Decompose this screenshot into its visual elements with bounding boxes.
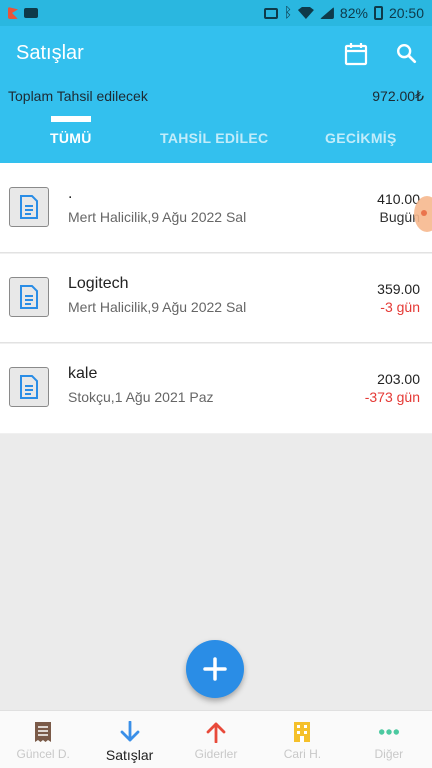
cast-icon — [263, 7, 278, 19]
signal-icon — [319, 7, 334, 19]
list-item[interactable]: kale Stokçu,1 Ağu 2021 Paz 203.00 -373 g… — [0, 343, 432, 433]
app-bar: Satışlar Toplam Tahsil edilecek 972.00₺ … — [0, 26, 432, 163]
nav-item-sales[interactable]: Satışlar — [86, 711, 172, 768]
arrow-down-icon — [120, 721, 140, 743]
battery-icon — [373, 6, 383, 20]
nav-label: Giderler — [194, 747, 238, 761]
item-amount: 410.00 — [377, 191, 420, 207]
total-label: Toplam Tahsil edilecek — [8, 88, 148, 104]
receipt-icon — [33, 721, 53, 743]
nav-label: Güncel D. — [16, 747, 70, 761]
more-dots-icon — [378, 721, 399, 743]
item-days: -373 gün — [364, 389, 420, 405]
search-icon[interactable] — [395, 42, 417, 64]
item-days: -3 gün — [380, 299, 420, 315]
item-subtitle: Mert Halicilik,9 Ağu 2022 Sal — [68, 299, 247, 315]
filter-tabs: TÜMÜ TAHSİL EDİLECE GECİKMİŞ — [0, 116, 432, 163]
list-item[interactable]: . Mert Halicilik,9 Ağu 2022 Sal 410.00 B… — [0, 163, 432, 253]
tab-all[interactable]: TÜMÜ — [50, 130, 92, 146]
item-subtitle: Mert Halicilik,9 Ağu 2022 Sal — [68, 209, 247, 225]
video-camera-icon — [24, 8, 38, 18]
status-bar: 82% 20:50 — [0, 0, 432, 26]
nav-label: Cari H. — [283, 747, 322, 761]
wifi-icon — [297, 7, 314, 19]
nav-item-accounts[interactable]: Cari H. — [259, 711, 345, 768]
item-title: . — [68, 185, 73, 202]
arrow-up-icon — [206, 721, 226, 743]
total-collectable-row: Toplam Tahsil edilecek 972.00₺ — [8, 88, 424, 105]
add-sale-button[interactable] — [186, 640, 244, 698]
item-title: kale — [68, 365, 98, 382]
document-icon — [9, 187, 49, 227]
bottom-navigation: Güncel D. Satışlar Giderler Cari H. Diğe… — [0, 710, 432, 768]
nav-label: Diğer — [374, 747, 404, 761]
nav-item-expenses[interactable]: Giderler — [173, 711, 259, 768]
notification-flag-icon — [8, 7, 18, 19]
item-amount: 203.00 — [377, 371, 420, 387]
document-icon — [9, 277, 49, 317]
item-subtitle: Stokçu,1 Ağu 2021 Paz — [68, 389, 214, 405]
item-amount: 359.00 — [377, 281, 420, 297]
total-value: 972.00₺ — [372, 88, 424, 104]
nav-item-current[interactable]: Güncel D. — [0, 711, 86, 768]
page-title: Satışlar — [16, 42, 84, 64]
sales-list: . Mert Halicilik,9 Ağu 2022 Sal 410.00 B… — [0, 163, 432, 433]
nav-item-other[interactable]: Diğer — [346, 711, 432, 768]
plus-icon — [203, 657, 227, 681]
calendar-icon[interactable] — [344, 42, 368, 66]
tab-to-collect[interactable]: TAHSİL EDİLECE — [160, 130, 268, 146]
bluetooth-icon — [284, 4, 292, 20]
item-title: Logitech — [68, 275, 129, 292]
nav-label: Satışlar — [105, 747, 154, 763]
building-icon — [292, 721, 312, 743]
clock: 20:50 — [388, 5, 424, 21]
active-tab-indicator — [51, 116, 91, 122]
document-icon — [9, 367, 49, 407]
tab-overdue[interactable]: GECİKMİŞ — [325, 130, 397, 146]
battery-percent: 82% — [339, 5, 368, 21]
list-item[interactable]: Logitech Mert Halicilik,9 Ağu 2022 Sal 3… — [0, 253, 432, 343]
